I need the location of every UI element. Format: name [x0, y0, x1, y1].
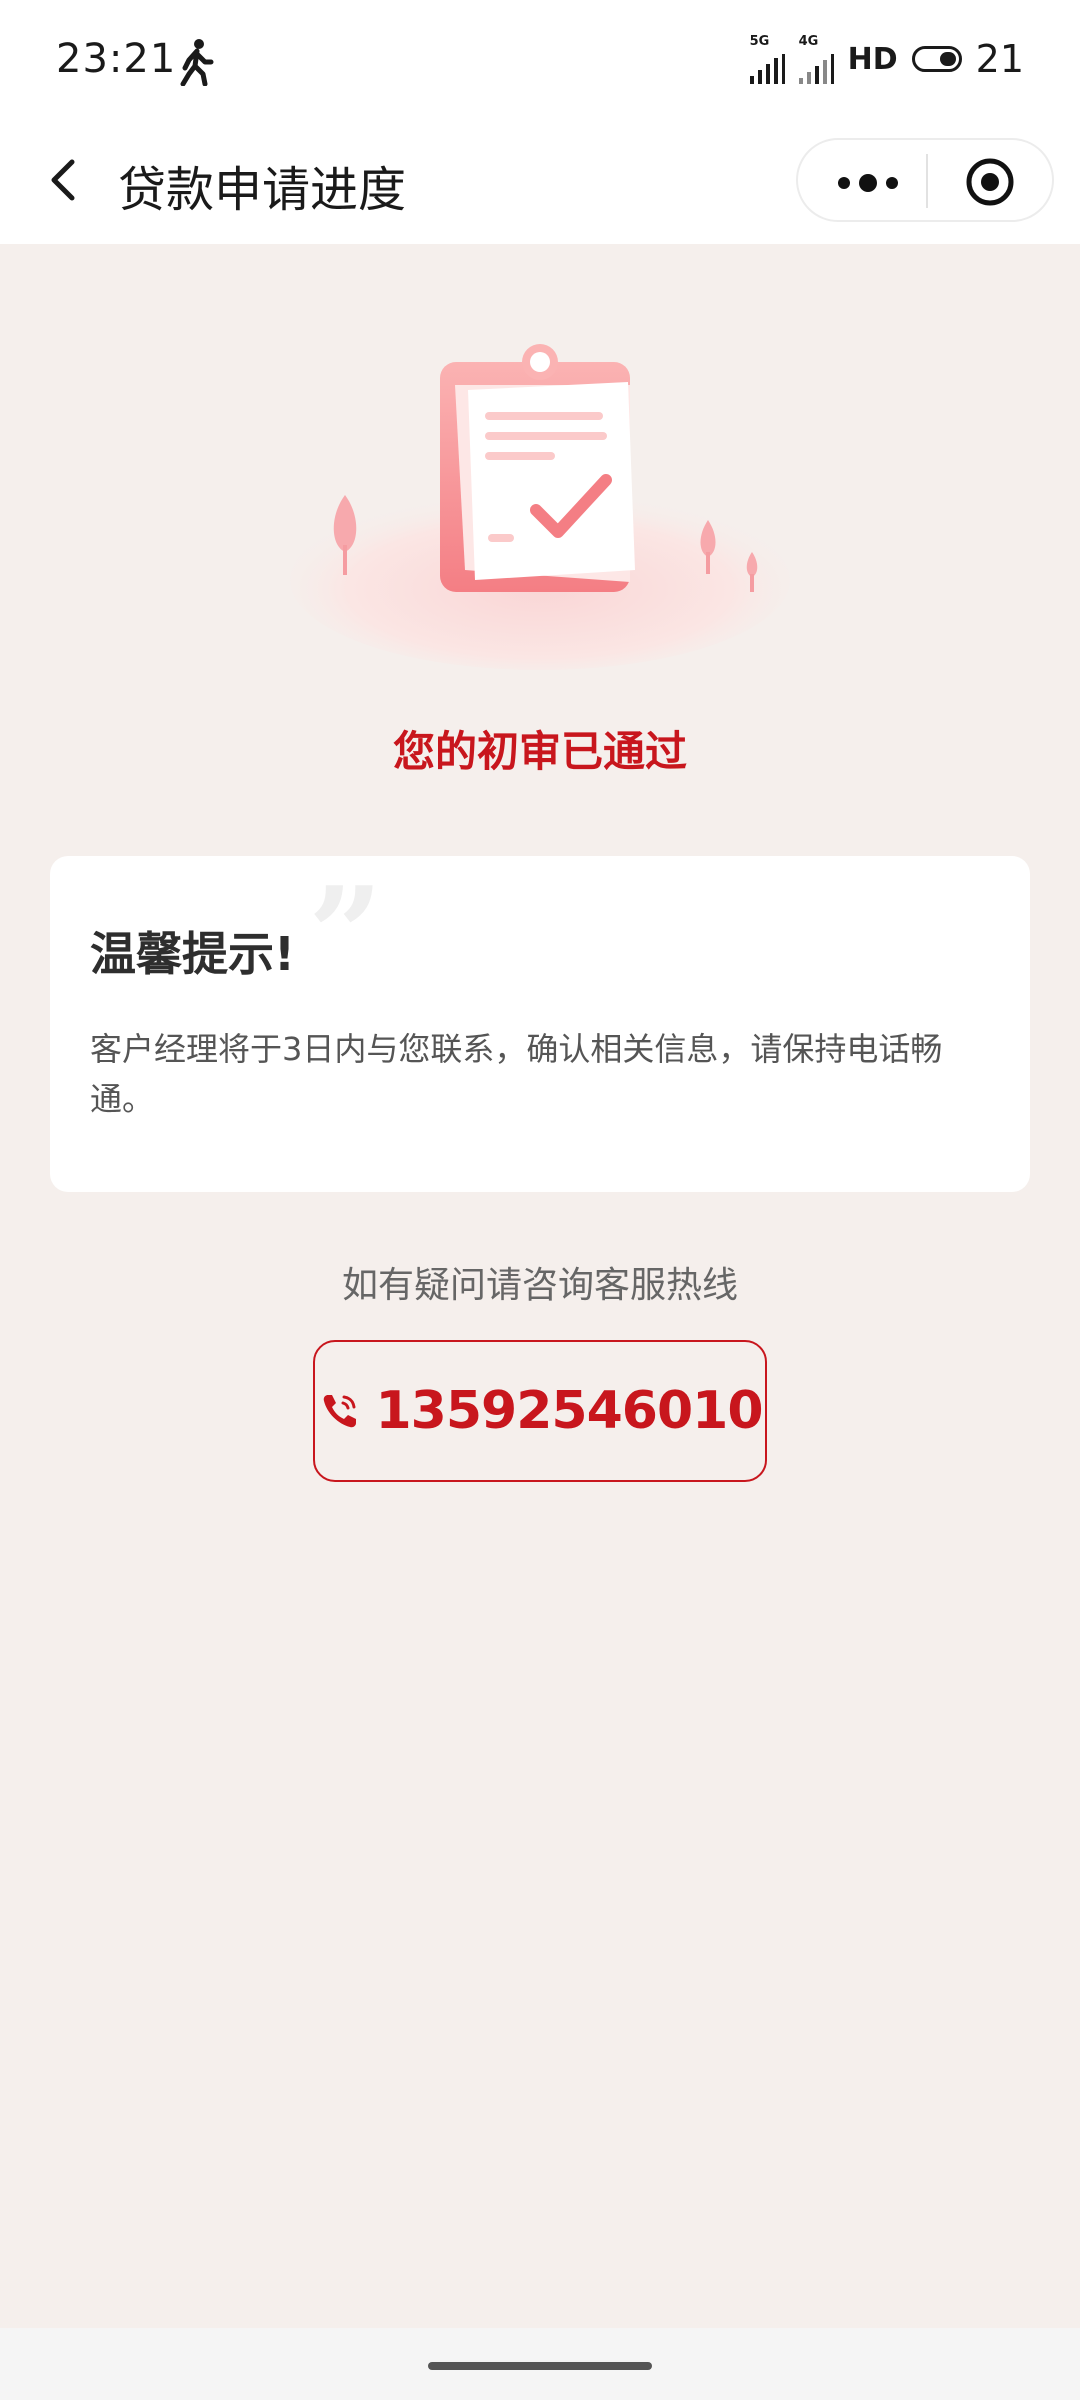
close-target-icon[interactable]: [964, 156, 1016, 208]
home-indicator[interactable]: [428, 2362, 652, 2370]
phone-icon: [323, 1395, 356, 1428]
call-hotline-button[interactable]: 13592546010: [313, 1340, 767, 1482]
bottom-gesture-area: [0, 2328, 1080, 2400]
notice-body: 客户经理将于3日内与您联系，确认相关信息，请保持电话畅通。: [90, 1030, 943, 1118]
status-icons: 5G 4G HD 21: [749, 34, 1024, 84]
status-bar: 23:21 5G 4G HD 21: [0, 0, 1080, 120]
walking-icon: [180, 39, 214, 86]
battery-icon: [911, 46, 962, 72]
more-icon[interactable]: [832, 168, 904, 198]
hd-icon: HD: [847, 41, 898, 77]
quote-mark-icon: ”: [308, 858, 383, 1011]
signal-4g-icon: 4G: [798, 34, 834, 84]
page: 23:21 5G 4G HD 21 贷款申请进度 您的初审已通过 ” 温馨提示!…: [0, 0, 1080, 2400]
approval-status-text: 您的初审已通过: [392, 727, 687, 776]
notice-card: ” 温馨提示! 客户经理将于3日内与您联系，确认相关信息，请保持电话畅通。: [50, 856, 1030, 1192]
capsule-divider: [926, 154, 928, 208]
status-time: 23:21: [56, 36, 177, 82]
nav-bar: 贷款申请进度: [0, 120, 1080, 244]
notice-title: 温馨提示!: [90, 927, 295, 981]
page-title: 贷款申请进度: [118, 162, 407, 218]
hotline-label: 如有疑问请咨询客服热线: [341, 1265, 738, 1306]
signal-5g-icon: 5G: [749, 34, 785, 84]
hotline-number: 13592546010: [375, 1381, 764, 1441]
back-button[interactable]: [34, 150, 94, 210]
battery-level: 21: [975, 37, 1024, 81]
approval-clipboard-illustration: [290, 344, 790, 670]
mini-program-capsule: [796, 138, 1054, 222]
